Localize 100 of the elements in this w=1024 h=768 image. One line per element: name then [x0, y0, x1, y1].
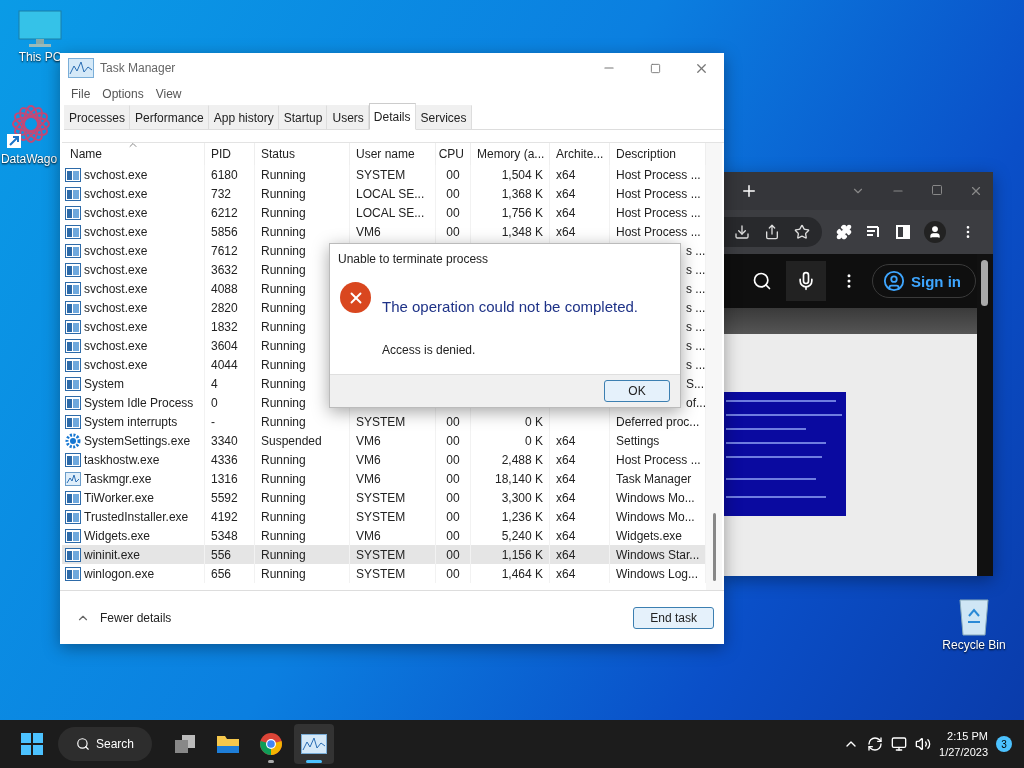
window-title: Task Manager [100, 61, 176, 75]
table-row[interactable]: TiWorker.exe 5592 Running SYSTEM 00 3,300 K x64 Windows Mo... [62, 488, 706, 507]
task-view-icon[interactable] [174, 734, 197, 754]
tab[interactable]: Details [368, 103, 416, 130]
column-header[interactable]: Archite... [550, 143, 610, 165]
table-row[interactable]: svchost.exe 5856 Running VM6 00 1,348 K x64 Host Process ... [62, 222, 706, 241]
chart-icon[interactable] [301, 734, 328, 754]
table-cell: svchost.exe [84, 300, 148, 315]
table-cell: 00 [436, 564, 471, 583]
table-cell: svchost.exe [84, 224, 148, 239]
volume-icon[interactable] [915, 736, 932, 752]
table-row[interactable]: svchost.exe 732 Running LOCAL SE... 00 1,368 K x64 Host Process ... [62, 184, 706, 203]
table-cell: System [84, 376, 124, 391]
table-cell: 0 K [471, 431, 550, 450]
ok-button[interactable]: OK [604, 380, 670, 402]
table-cell: 1,464 K [471, 564, 550, 583]
mic-icon [796, 271, 816, 291]
desktop-icon-label[interactable]: Recycle Bin [942, 638, 1006, 652]
table-cell: 1,156 K [471, 545, 550, 564]
table-cell: 3340 [205, 431, 255, 450]
end-task-button[interactable]: End task [633, 606, 714, 629]
scrollbar-thumb[interactable] [981, 260, 988, 306]
table-cell: TrustedInstaller.exe [84, 509, 189, 524]
table-row[interactable]: SystemSettings.exe 3340 Suspended VM6 00 0 K x64 Settings [62, 431, 706, 450]
table-cell: 0 [205, 393, 255, 412]
tab[interactable]: App history [208, 105, 279, 129]
table-cell: 00 [436, 222, 471, 241]
menu-item[interactable]: File [66, 87, 96, 101]
time: 2:15 PM [947, 729, 988, 744]
window-icon [65, 357, 81, 372]
start-icon[interactable] [21, 733, 43, 755]
column-header[interactable]: Memory (a... [471, 143, 550, 165]
table-cell: 00 [436, 488, 471, 507]
table-cell: 00 [436, 450, 471, 469]
tab[interactable]: Performance [130, 105, 209, 129]
tab[interactable]: Startup [278, 105, 328, 129]
table-cell: x64 [550, 469, 610, 488]
table-row[interactable]: winlogon.exe 656 Running SYSTEM 00 1,464 K x64 Windows Log... [62, 564, 706, 583]
window-icon [65, 319, 81, 334]
window-icon [65, 300, 81, 315]
maximize-icon[interactable] [649, 62, 661, 74]
sign-in-button[interactable]: Sign in [872, 264, 976, 298]
playlist-icon[interactable] [866, 225, 882, 239]
table-cell: 00 [436, 165, 471, 184]
tab[interactable]: Services [415, 105, 472, 129]
address-bar[interactable] [722, 217, 822, 247]
user-icon [883, 270, 905, 292]
table-row[interactable]: svchost.exe 6212 Running LOCAL SE... 00 1,756 K x64 Host Process ... [62, 203, 706, 222]
share-icon[interactable] [764, 224, 780, 240]
tab[interactable]: Users [327, 105, 369, 129]
download-icon[interactable] [734, 224, 750, 240]
table-cell: 00 [436, 469, 471, 488]
table-cell: SystemSettings.exe [84, 433, 191, 448]
notification-badge[interactable]: 3 [996, 736, 1012, 752]
menu-item[interactable]: View [150, 87, 187, 101]
table-row[interactable]: TrustedInstaller.exe 4192 Running SYSTEM 00 1,236 K x64 Windows Mo... [62, 507, 706, 526]
browser-icon[interactable] [259, 732, 284, 756]
table-cell: svchost.exe [84, 243, 148, 258]
window-icon [65, 376, 81, 391]
fewer-details-button[interactable]: Fewer details [70, 609, 178, 626]
scrollbar-thumb[interactable] [713, 513, 716, 581]
mic-button[interactable] [786, 261, 826, 301]
table-cell: Running [255, 203, 350, 222]
column-header[interactable]: Name [62, 143, 205, 165]
table-cell: wininit.exe [84, 547, 141, 562]
table-cell: 00 [436, 545, 471, 564]
table-row[interactable]: wininit.exe 556 Running SYSTEM 00 1,156 K x64 Windows Star... [62, 545, 706, 564]
menu-item[interactable]: Options [97, 87, 149, 101]
maximize-icon[interactable] [931, 184, 943, 196]
table-row[interactable]: svchost.exe 6180 Running SYSTEM 00 1,504 K x64 Host Process ... [62, 165, 706, 184]
sync-icon[interactable] [867, 736, 884, 752]
puzzle-icon[interactable] [836, 224, 852, 240]
column-header[interactable]: User name [350, 143, 436, 165]
table-cell: svchost.exe [84, 357, 148, 372]
column-header[interactable]: CPU [436, 143, 471, 165]
window-icon [65, 509, 81, 524]
table-cell: 6212 [205, 203, 255, 222]
table-cell: svchost.exe [84, 262, 148, 277]
folder-icon[interactable] [216, 734, 241, 754]
search-button[interactable]: Search [58, 727, 153, 761]
table-cell: Running [255, 450, 350, 469]
tab[interactable]: Processes [64, 105, 131, 129]
search-icon[interactable] [752, 271, 772, 291]
clock[interactable]: 2:15 PM 1/27/2023 [939, 728, 988, 760]
taskbar-app[interactable] [294, 724, 335, 764]
table-cell: Running [255, 488, 350, 507]
table-row[interactable]: Taskmgr.exe 1316 Running VM6 00 18,140 K x64 Task Manager [62, 469, 706, 488]
table-cell: 5592 [205, 488, 255, 507]
column-header[interactable]: PID [205, 143, 255, 165]
table-row[interactable]: taskhostw.exe 4336 Running VM6 00 2,488 K x64 Host Process ... [62, 450, 706, 469]
table-row[interactable]: System interrupts - Running SYSTEM 00 0 K Deferred proc... [62, 412, 706, 431]
table-cell: Taskmgr.exe [84, 471, 152, 486]
star-icon[interactable] [794, 224, 810, 240]
side-panel-icon[interactable] [896, 225, 910, 239]
table-cell: 3604 [205, 336, 255, 355]
close-icon[interactable] [969, 184, 983, 198]
plus-icon[interactable] [740, 182, 758, 200]
profile-icon[interactable] [924, 221, 946, 243]
table-cell: x64 [550, 203, 610, 222]
column-header[interactable]: Status [255, 143, 350, 165]
